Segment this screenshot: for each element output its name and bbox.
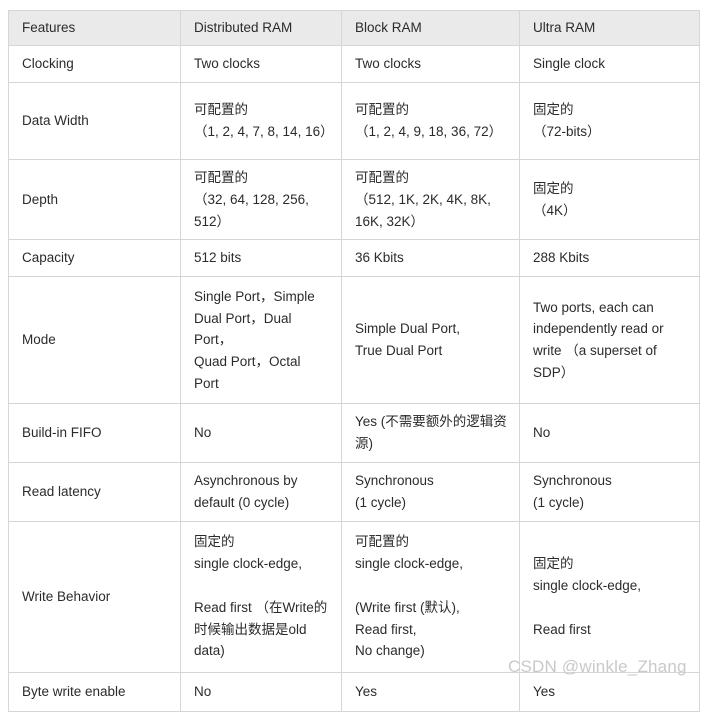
cell-block-ram: 可配置的 （512, 1K, 2K, 4K, 8K, 16K, 32K） [341,158,520,241]
cell-distributed-ram: No [180,671,342,712]
cell-ultra-ram: 固定的 （4K） [519,158,700,241]
cell-ultra-ram: 288 Kbits [519,239,700,278]
cell-ultra-ram: No [519,403,700,464]
cell-feature: Read latency [8,462,181,522]
table-row: Read latency Asynchronous by default (0 … [8,462,700,522]
ram-comparison-table-container: Features Distributed RAM Block RAM Ultra… [8,10,700,712]
cell-distributed-ram: 可配置的 （32, 64, 128, 256, 512） [180,158,342,241]
cell-block-ram: 可配置的 （1, 2, 4, 9, 18, 36, 72） [341,81,520,160]
cell-ultra-ram: Single clock [519,45,700,83]
cell-distributed-ram: Two clocks [180,45,342,83]
cell-feature: Data Width [8,81,181,160]
cell-feature: Build-in FIFO [8,403,181,464]
column-header-distributed-ram: Distributed RAM [180,10,342,46]
cell-feature: Depth [8,158,181,241]
cell-feature: Write Behavior [8,520,181,673]
cell-ultra-ram: Two ports, each can independently read o… [519,276,700,405]
table-row: Data Width 可配置的 （1, 2, 4, 7, 8, 14, 16） … [8,81,700,160]
cell-feature: Capacity [8,239,181,278]
cell-distributed-ram: No [180,403,342,464]
table-row: Write Behavior 固定的 single clock-edge, Re… [8,520,700,673]
cell-block-ram: Two clocks [341,45,520,83]
table-header: Features Distributed RAM Block RAM Ultra… [8,10,700,46]
cell-ultra-ram: 固定的 single clock-edge, Read first [519,520,700,673]
column-header-ultra-ram: Ultra RAM [519,10,700,46]
cell-distributed-ram: 可配置的 （1, 2, 4, 7, 8, 14, 16） [180,81,342,160]
table-row: Capacity 512 bits 36 Kbits 288 Kbits [8,239,700,278]
table-body: Clocking Two clocks Two clocks Single cl… [8,45,700,712]
table-row: Byte write enable No Yes Yes [8,671,700,712]
cell-ultra-ram: 固定的 （72-bits） [519,81,700,160]
column-header-features: Features [8,10,181,46]
cell-ultra-ram: Yes [519,671,700,712]
cell-feature: Byte write enable [8,671,181,712]
cell-distributed-ram: 固定的 single clock-edge, Read first （在Writ… [180,520,342,673]
cell-block-ram: Synchronous (1 cycle) [341,462,520,522]
table-row: Clocking Two clocks Two clocks Single cl… [8,45,700,83]
table-row: Build-in FIFO No Yes (不需要额外的逻辑资源) No [8,403,700,464]
cell-block-ram: 36 Kbits [341,239,520,278]
cell-distributed-ram: Single Port，Simple Dual Port，Dual Port， … [180,276,342,405]
cell-feature: Mode [8,276,181,405]
column-header-block-ram: Block RAM [341,10,520,46]
ram-comparison-table: Features Distributed RAM Block RAM Ultra… [8,10,700,712]
cell-ultra-ram: Synchronous (1 cycle) [519,462,700,522]
table-row: Mode Single Port，Simple Dual Port，Dual P… [8,276,700,405]
cell-block-ram: Yes (不需要额外的逻辑资源) [341,403,520,464]
cell-block-ram: 可配置的 single clock-edge, (Write first (默认… [341,520,520,673]
table-row: Depth 可配置的 （32, 64, 128, 256, 512） 可配置的 … [8,158,700,241]
cell-distributed-ram: Asynchronous by default (0 cycle) [180,462,342,522]
cell-block-ram: Yes [341,671,520,712]
cell-distributed-ram: 512 bits [180,239,342,278]
cell-feature: Clocking [8,45,181,83]
table-header-row: Features Distributed RAM Block RAM Ultra… [8,10,700,46]
cell-block-ram: Simple Dual Port, True Dual Port [341,276,520,405]
